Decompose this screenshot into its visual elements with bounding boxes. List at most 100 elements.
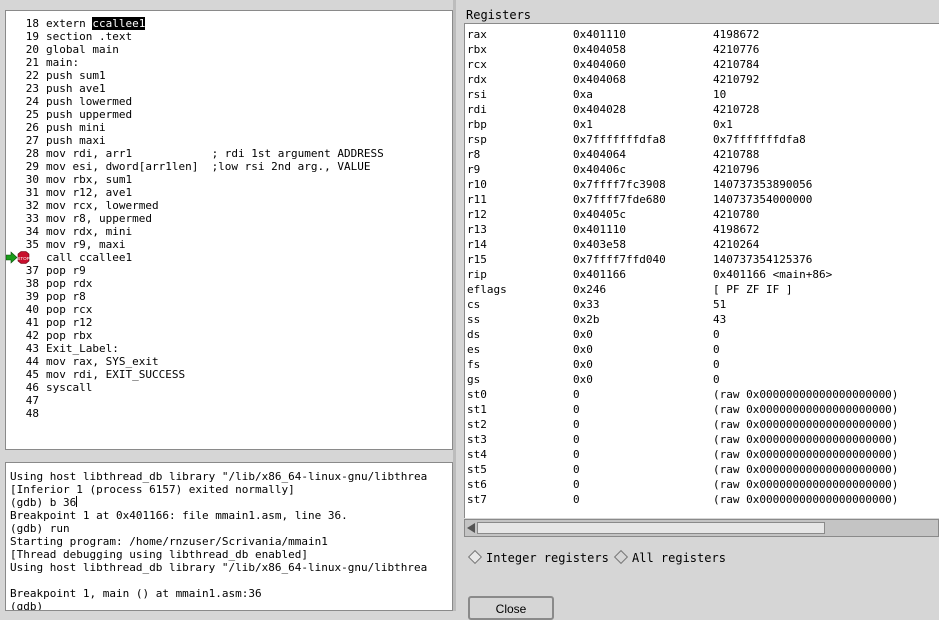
source-line[interactable]: 28 mov rdi, arr1 ; rdi 1st argument ADDRE… — [6, 147, 384, 160]
source-line[interactable]: 24 push lowermed — [6, 95, 384, 108]
register-row[interactable]: r12 0x40405c 4210780 — [467, 207, 937, 222]
breakpoint-stop-icon[interactable]: STOP — [5, 251, 31, 264]
register-natural-value: 0 — [713, 358, 720, 371]
line-number: 26 — [25, 121, 39, 134]
register-row[interactable]: ss 0x2b 43 — [467, 312, 937, 327]
source-line[interactable]: 31 mov r12, ave1 — [6, 186, 384, 199]
source-line[interactable]: 33 mov r8, uppermed — [6, 212, 384, 225]
register-hex-value: 0x404064 — [573, 148, 626, 161]
register-row[interactable]: r13 0x401110 4198672 — [467, 222, 937, 237]
register-row[interactable]: cs 0x33 51 — [467, 297, 937, 312]
text-cursor — [76, 496, 78, 507]
line-number: 35 — [25, 238, 39, 251]
register-row[interactable]: st5 0 (raw 0x00000000000000000000) — [467, 462, 937, 477]
register-natural-value: 140737354125376 — [713, 253, 813, 266]
source-line[interactable]: 46 syscall — [6, 381, 384, 394]
source-line[interactable]: 21 main: — [6, 56, 384, 69]
line-number: 30 — [25, 173, 39, 186]
register-row[interactable]: rdx 0x404068 4210792 — [467, 72, 937, 87]
register-row[interactable]: gs 0x0 0 — [467, 372, 937, 387]
register-row[interactable]: es 0x0 0 — [467, 342, 937, 357]
source-lines: 18 extern ccallee1 19 section .text 20 global… — [6, 17, 384, 420]
source-line[interactable]: 42 pop rbx — [6, 329, 384, 342]
register-row[interactable]: rsi 0xa 10 — [467, 87, 937, 102]
register-name: rbp — [467, 118, 487, 131]
registers-horizontal-scrollbar[interactable] — [464, 519, 939, 537]
register-row[interactable]: st6 0 (raw 0x00000000000000000000) — [467, 477, 937, 492]
registers-table[interactable]: rax 0x401110 4198672 rbx 0x404058 4210776 rcx 0… — [464, 23, 939, 518]
register-hex-value: 0 — [573, 433, 580, 446]
register-row[interactable]: r9 0x40406c 4210796 — [467, 162, 937, 177]
source-line[interactable]: 18 extern ccallee1 — [6, 17, 384, 30]
source-pane[interactable]: 18 extern ccallee1 19 section .text 20 global… — [5, 10, 453, 450]
line-number: 23 — [25, 82, 39, 95]
register-row[interactable]: rbx 0x404058 4210776 — [467, 42, 937, 57]
scroll-left-arrow-icon[interactable] — [467, 523, 475, 533]
register-natural-value: 4210264 — [713, 238, 760, 251]
register-row[interactable]: fs 0x0 0 — [467, 357, 937, 372]
console-text: Using host libthread_db library "/lib/x8… — [10, 470, 428, 483]
register-row[interactable]: rcx 0x404060 4210784 — [467, 57, 937, 72]
register-row[interactable]: st3 0 (raw 0x00000000000000000000) — [467, 432, 937, 447]
register-natural-value: 4210776 — [713, 43, 760, 56]
register-row[interactable]: rax 0x401110 4198672 — [467, 27, 937, 42]
register-natural-value: (raw 0x00000000000000000000) — [713, 493, 899, 506]
source-line[interactable]: 25 push uppermed — [6, 108, 384, 121]
source-line[interactable]: 40 pop rcx — [6, 303, 384, 316]
integer-registers-radio[interactable]: Integer registers — [467, 549, 609, 566]
source-line[interactable]: 22 push sum1 — [6, 69, 384, 82]
line-code: mov r12, ave1 — [46, 186, 133, 199]
source-line[interactable]: 48 — [6, 407, 384, 420]
register-row[interactable]: st0 0 (raw 0x00000000000000000000) — [467, 387, 937, 402]
close-button[interactable]: Close — [468, 596, 554, 620]
register-row[interactable]: rbp 0x1 0x1 — [467, 117, 937, 132]
integer-registers-label: Integer registers — [486, 551, 609, 565]
source-line[interactable]: 19 section .text — [6, 30, 384, 43]
register-row[interactable]: r10 0x7ffff7fc3908 140737353890056 — [467, 177, 937, 192]
register-natural-value: 0x7fffffffdfa8 — [713, 133, 806, 146]
register-row[interactable]: r15 0x7ffff7ffd040 140737354125376 — [467, 252, 937, 267]
source-line[interactable]: 44 mov rax, SYS_exit — [6, 355, 384, 368]
source-line[interactable]: 20 global main — [6, 43, 384, 56]
register-name: r13 — [467, 223, 487, 236]
register-row[interactable]: rdi 0x404028 4210728 — [467, 102, 937, 117]
source-line[interactable]: 47 — [6, 394, 384, 407]
source-line[interactable]: 26 push mini — [6, 121, 384, 134]
source-line[interactable]: 30 mov rbx, sum1 — [6, 173, 384, 186]
register-row[interactable]: ds 0x0 0 — [467, 327, 937, 342]
line-number: 28 — [25, 147, 39, 160]
source-line[interactable]: 35 mov r9, maxi — [6, 238, 384, 251]
source-line[interactable]: 38 pop rdx — [6, 277, 384, 290]
register-row[interactable]: r8 0x404064 4210788 — [467, 147, 937, 162]
all-registers-radio[interactable]: All registers — [613, 549, 726, 566]
line-number: 19 — [25, 30, 39, 43]
scrollbar-thumb[interactable] — [477, 522, 825, 534]
line-code: Exit_Label: — [46, 342, 119, 355]
register-row[interactable]: rsp 0x7fffffffdfa8 0x7fffffffdfa8 — [467, 132, 937, 147]
register-row[interactable]: st1 0 (raw 0x00000000000000000000) — [467, 402, 937, 417]
register-natural-value: 10 — [713, 88, 727, 101]
register-natural-value: 0x1 — [713, 118, 733, 131]
register-row[interactable]: st2 0 (raw 0x00000000000000000000) — [467, 417, 937, 432]
register-row[interactable]: r14 0x403e58 4210264 — [467, 237, 937, 252]
source-line[interactable]: 43 Exit_Label: — [6, 342, 384, 355]
source-line[interactable]: 45 mov rdi, EXIT_SUCCESS — [6, 368, 384, 381]
source-line[interactable]: 27 push maxi — [6, 134, 384, 147]
source-line[interactable]: 36call ccallee1STOP — [6, 251, 384, 264]
source-line[interactable]: 41 pop r12 — [6, 316, 384, 329]
register-hex-value: 0x1 — [573, 118, 593, 131]
register-row[interactable]: st4 0 (raw 0x00000000000000000000) — [467, 447, 937, 462]
source-line[interactable]: 29 mov esi, dword[arr1len] ;low rsi 2nd a… — [6, 160, 384, 173]
source-line[interactable]: 37 pop r9 — [6, 264, 384, 277]
register-row[interactable]: r11 0x7ffff7fde680 140737354000000 — [467, 192, 937, 207]
gdb-console[interactable]: Using host libthread_db library "/lib/x8… — [5, 462, 453, 611]
source-line[interactable]: 32 mov rcx, lowermed — [6, 199, 384, 212]
register-row[interactable]: rip 0x401166 0x401166 <main+86> — [467, 267, 937, 282]
pane-divider[interactable] — [0, 451, 455, 461]
source-line[interactable]: 23 push ave1 — [6, 82, 384, 95]
register-row[interactable]: st7 0 (raw 0x00000000000000000000) — [467, 492, 937, 507]
source-line[interactable]: 34 mov rdx, mini — [6, 225, 384, 238]
register-row[interactable]: eflags 0x246 [ PF ZF IF ] — [467, 282, 937, 297]
source-line[interactable]: 39 pop r8 — [6, 290, 384, 303]
